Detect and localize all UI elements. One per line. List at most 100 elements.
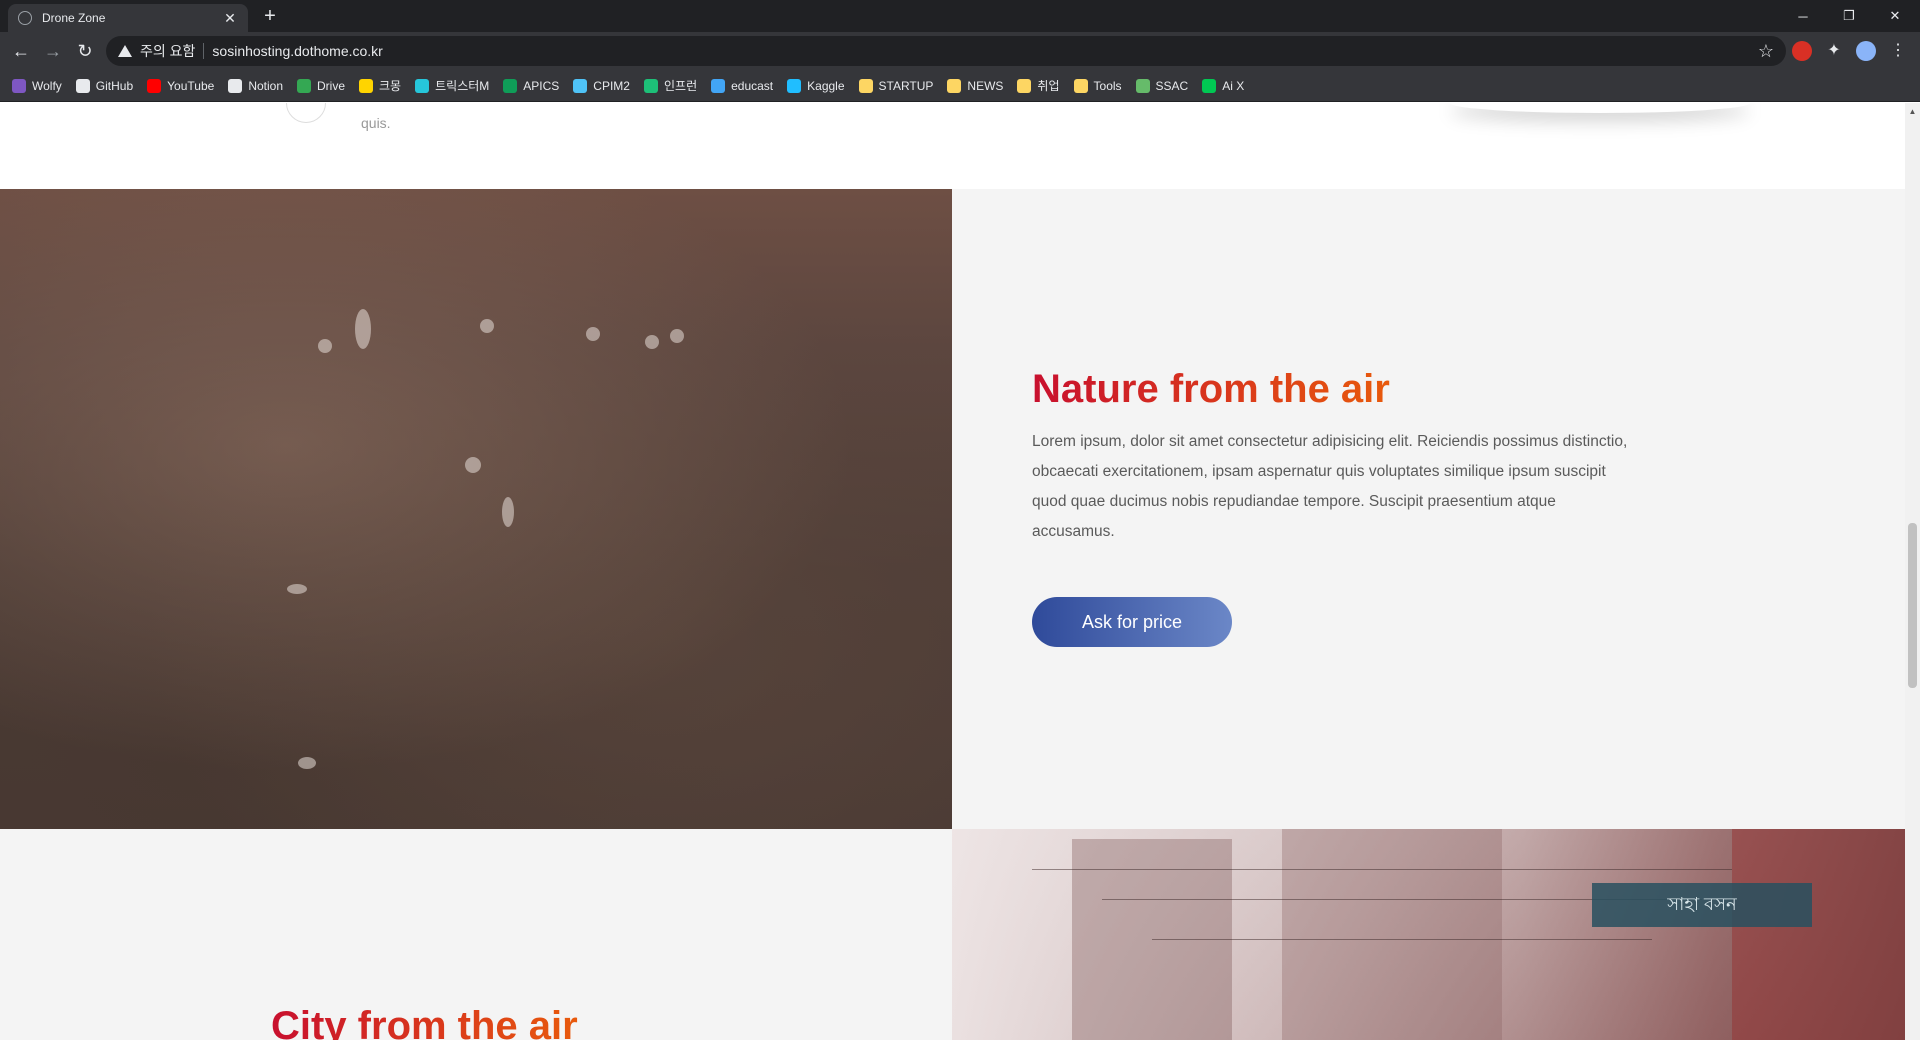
bookmark-item[interactable]: Notion — [228, 78, 283, 93]
globe-icon — [18, 11, 32, 25]
bookmark-item[interactable]: STARTUP — [858, 78, 934, 93]
warning-icon — [118, 45, 132, 57]
raindrop — [355, 309, 371, 349]
menu-dots-icon[interactable]: ⋮ — [1888, 41, 1908, 61]
bookmark-label: 트릭스터M — [435, 79, 490, 93]
trickster-icon — [415, 78, 430, 93]
shop-sign: সাহা বসন — [1592, 883, 1812, 927]
card-shadow — [1450, 103, 1750, 113]
apics-icon — [503, 78, 518, 93]
previous-section-strip: quis. — [0, 103, 1905, 189]
building — [1282, 829, 1502, 1040]
extension-icon[interactable] — [1792, 41, 1812, 61]
restore-button[interactable]: ❐ — [1826, 0, 1872, 32]
bookmark-star-icon[interactable]: ☆ — [1758, 41, 1774, 62]
bookmark-label: STARTUP — [878, 78, 934, 93]
youtube-icon — [147, 78, 162, 93]
reload-button[interactable]: ↻ — [73, 39, 97, 63]
rain-image — [0, 189, 952, 829]
minimize-button[interactable]: ─ — [1780, 0, 1826, 32]
bookmark-label: 크몽 — [379, 79, 402, 93]
back-button[interactable]: ← — [9, 39, 33, 63]
ssac-icon — [1135, 78, 1150, 93]
bookmark-item[interactable]: 크몽 — [359, 77, 401, 94]
tab-close-icon[interactable]: ✕ — [222, 10, 238, 26]
browser-tab[interactable]: Drone Zone ✕ — [8, 4, 248, 32]
bookmark-item[interactable]: educast — [711, 78, 774, 93]
wolfy-icon — [12, 78, 26, 93]
bookmark-item[interactable]: Kaggle — [787, 78, 845, 93]
raindrop — [465, 457, 481, 473]
github-icon — [75, 78, 90, 93]
nature-title: Nature from the air — [1032, 367, 1390, 411]
browser-toolbar: ← → ↻ 주의 요함 sosinhosting.dothome.co.kr ☆… — [0, 32, 1920, 70]
address-separator — [203, 43, 205, 59]
scrollbar-thumb[interactable] — [1908, 523, 1917, 688]
bookmark-item[interactable]: CPIM2 — [573, 78, 630, 93]
bookmark-item[interactable]: Tools — [1073, 78, 1122, 93]
drive-icon — [297, 78, 311, 93]
raindrop — [645, 335, 659, 349]
bookmark-item[interactable]: 트릭스터M — [415, 77, 489, 94]
bookmark-label: Tools — [1093, 78, 1122, 93]
bookmark-item[interactable]: SSAC — [1135, 78, 1189, 93]
puzzle-icon[interactable]: ✦ — [1824, 41, 1844, 61]
bookmark-item[interactable]: 인프런 — [643, 77, 698, 94]
bookmark-label: educast — [731, 78, 774, 93]
folder-icon — [1073, 78, 1088, 93]
ask-for-price-button[interactable]: Ask for price — [1032, 597, 1232, 647]
close-window-button[interactable]: ✕ — [1872, 0, 1918, 32]
inflearn-icon — [643, 78, 658, 93]
raindrop — [502, 497, 514, 527]
city-title: City from the air — [271, 1004, 578, 1040]
educast-icon — [711, 78, 726, 93]
raindrop — [318, 339, 332, 353]
bookmark-item[interactable]: NEWS — [947, 78, 1004, 93]
wire — [1152, 939, 1652, 940]
bookmark-label: CPIM2 — [593, 78, 630, 93]
bookmark-item[interactable]: 취업 — [1017, 77, 1060, 94]
folder-icon — [947, 78, 962, 93]
tab-title: Drone Zone — [42, 11, 106, 25]
bookmark-label: GitHub — [95, 78, 134, 93]
aix-icon — [1202, 78, 1217, 93]
forward-button[interactable]: → — [41, 39, 65, 63]
avatar[interactable] — [1856, 41, 1876, 61]
bookmark-item[interactable]: Wolfy — [12, 78, 62, 93]
bookmark-item[interactable]: Drive — [297, 78, 346, 93]
bookmark-label: SSAC — [1155, 78, 1189, 93]
raindrop — [287, 584, 307, 594]
bookmark-item[interactable]: Ai X — [1202, 78, 1245, 93]
kaggle-icon — [787, 78, 802, 93]
page-viewport: quis. Nature from the air Lorem ipsum, d… — [0, 103, 1905, 1040]
browser-tab-strip: Drone Zone ✕ + ─ ❐ ✕ — [0, 0, 1920, 32]
raindrop — [298, 757, 316, 769]
page-scrollbar[interactable]: ▲ — [1905, 103, 1920, 1040]
bookmarks-bar: Wolfy GitHub YouTube Notion Drive 크몽 트릭스터M APIC… — [0, 70, 1920, 102]
scroll-up-icon[interactable]: ▲ — [1908, 107, 1917, 116]
bookmark-label: YouTube — [167, 78, 215, 93]
bookmark-label: Ai X — [1222, 78, 1245, 93]
city-section: City from the air — [0, 829, 952, 1040]
bookmark-item[interactable]: YouTube — [147, 78, 215, 93]
wire — [1032, 869, 1732, 870]
bookmark-item[interactable]: APICS — [503, 78, 559, 93]
bookmark-label: 인프런 — [663, 79, 698, 93]
bookmark-label: NEWS — [967, 78, 1004, 93]
raindrop — [670, 329, 684, 343]
building — [1732, 829, 1905, 1040]
security-label[interactable]: 주의 요함 — [140, 41, 195, 61]
folder-icon — [1017, 78, 1032, 93]
bookmark-label: Notion — [248, 78, 283, 93]
url-text[interactable]: sosinhosting.dothome.co.kr — [212, 43, 382, 59]
city-image: সাহা বসন — [952, 829, 1905, 1040]
raindrop — [480, 319, 494, 333]
bookmark-label: Drive — [317, 78, 346, 93]
nature-section: Nature from the air Lorem ipsum, dolor s… — [952, 189, 1905, 829]
bookmark-label: 취업 — [1037, 79, 1060, 93]
new-tab-button[interactable]: + — [260, 6, 280, 26]
raindrop — [586, 327, 600, 341]
address-bar[interactable]: 주의 요함 sosinhosting.dothome.co.kr ☆ — [106, 36, 1786, 66]
bookmark-item[interactable]: GitHub — [75, 78, 134, 93]
folder-icon — [858, 78, 873, 93]
